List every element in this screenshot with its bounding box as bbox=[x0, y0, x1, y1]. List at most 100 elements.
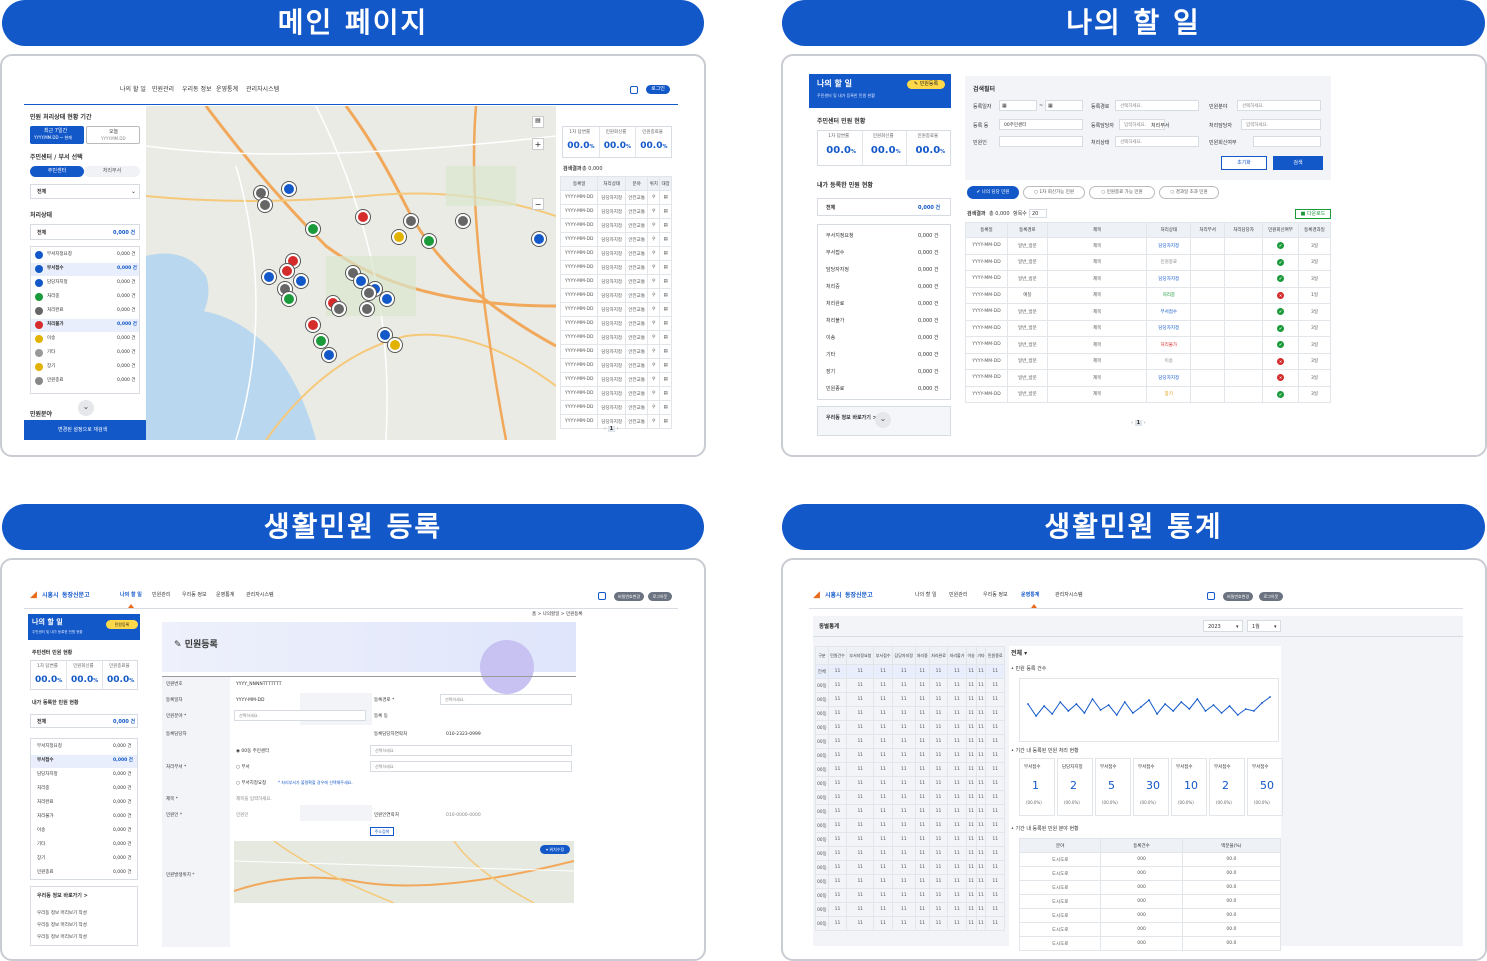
table-row[interactable]: YYYY-MM-DD 예찰 제목 처리중 ✕ 1일 bbox=[965, 286, 1332, 304]
nav-info[interactable]: 우리동 정보 bbox=[182, 86, 212, 93]
status-item[interactable]: 장기 0,000 건 bbox=[31, 361, 139, 374]
status-item[interactable]: 이송 0,000 건 bbox=[31, 333, 139, 346]
route-select[interactable]: 선택하세요. bbox=[440, 694, 572, 705]
map-marker[interactable] bbox=[294, 274, 308, 288]
table-row[interactable]: YYYY-MM-DD 담당자지정 안전교통 ⚲ ▤ bbox=[559, 260, 672, 275]
collapse-button[interactable]: ⌄ bbox=[78, 400, 94, 416]
nav-admin[interactable]: 관리자시스템 bbox=[246, 86, 279, 93]
map-marker[interactable] bbox=[314, 334, 328, 348]
state-select[interactable]: 선택하세요. bbox=[1115, 136, 1199, 147]
status-item[interactable]: 이송 0,000 건 bbox=[31, 825, 137, 838]
tab-center[interactable]: 주민센터 bbox=[30, 166, 84, 177]
reg-goto-box[interactable]: 우리동 정보 바로가기 > 우리동 정보 머리보기 작성 우리동 정보 머리보기… bbox=[30, 886, 138, 946]
map-marker[interactable] bbox=[322, 348, 336, 362]
status-total[interactable]: 전체 0,000 건 bbox=[30, 224, 140, 240]
table-row[interactable]: YYYY-MM-DD 일반_방문 제목 처리불가 ✔ 3일 bbox=[965, 336, 1332, 354]
table-row[interactable]: YYYY-MM-DD 담당자지정 안전교통 ⚲ ▤ bbox=[559, 190, 672, 205]
reply-select[interactable] bbox=[1253, 136, 1321, 147]
dept-select-1[interactable]: 선택하세요. bbox=[370, 745, 572, 756]
table-row[interactable]: 00동 11 11 11 11 11 11 11 11 11 11 bbox=[815, 860, 1005, 875]
map-marker[interactable] bbox=[280, 264, 294, 278]
nav-stats[interactable]: 운영통계 bbox=[216, 592, 234, 598]
nav-todo[interactable]: 나의 할 일 bbox=[120, 592, 142, 598]
table-row[interactable]: YYYY-MM-DD 일반_방문 제목 이송 ✕ 3일 bbox=[965, 352, 1332, 370]
map-area[interactable]: ▤ + − bbox=[146, 106, 556, 440]
table-row[interactable]: 00동 11 11 11 11 11 11 11 11 11 11 bbox=[815, 818, 1005, 833]
table-row[interactable]: 00동 11 11 11 11 11 11 11 11 11 11 bbox=[815, 720, 1005, 735]
status-item[interactable]: 민원종료 0,000 건 bbox=[818, 382, 950, 396]
contact-input[interactable]: 010-0000-0000 bbox=[446, 813, 481, 818]
person-input[interactable] bbox=[999, 136, 1083, 147]
status-item[interactable]: 장기 0,000 건 bbox=[31, 853, 137, 866]
map-marker[interactable] bbox=[332, 302, 346, 316]
table-row[interactable]: 00동 11 11 11 11 11 11 11 11 11 11 bbox=[815, 888, 1005, 903]
status-item[interactable]: 기타 0,000 건 bbox=[818, 348, 950, 362]
nav-manage[interactable]: 민원관리 bbox=[152, 592, 170, 598]
table-row[interactable]: 00동 11 11 11 11 11 11 11 11 11 11 bbox=[815, 902, 1005, 917]
table-row[interactable]: YYYY-MM-DD 담당자지정 안전교통 ⚲ ▤ bbox=[559, 386, 672, 401]
status-item[interactable]: 처리완료 0,000 건 bbox=[818, 297, 950, 311]
table-row[interactable]: YYYY-MM-DD 일반_방문 제목 담당자지정 ✔ 3일 bbox=[965, 270, 1332, 288]
change-pw-button[interactable]: 비밀번호변경 bbox=[614, 592, 644, 601]
route-select[interactable]: 선택하세요. bbox=[1115, 100, 1199, 111]
status-item[interactable]: 처리불가 0,000 건 bbox=[818, 314, 950, 328]
table-row[interactable]: 00동 11 11 11 11 11 11 11 11 11 11 bbox=[815, 692, 1005, 707]
nav-admin[interactable]: 관리자시스템 bbox=[246, 592, 274, 598]
status-item[interactable]: 민원종료 0,000 건 bbox=[31, 867, 137, 880]
year-select[interactable]: 2023 ▾ bbox=[1203, 620, 1243, 632]
nav-todo[interactable]: 나의 할 일 bbox=[915, 592, 937, 598]
table-row[interactable]: 00동 11 11 11 11 11 11 11 11 11 11 bbox=[815, 874, 1005, 889]
table-row[interactable]: 00동 11 11 11 11 11 11 11 11 11 11 bbox=[815, 832, 1005, 847]
nav-info[interactable]: 우리동 정보 bbox=[182, 592, 207, 598]
status-item[interactable]: 부서지정요청 0,000 건 bbox=[31, 249, 139, 262]
table-row[interactable]: 00동 11 11 11 11 11 11 11 11 11 11 bbox=[815, 762, 1005, 777]
status-item[interactable]: 민원종료 0,000 건 bbox=[31, 375, 139, 388]
table-row[interactable]: YYYY-MM-DD 담당자지정 안전교통 ⚲ ▤ bbox=[559, 274, 672, 289]
map-marker[interactable] bbox=[282, 182, 296, 196]
table-row[interactable]: 00동 11 11 11 11 11 11 11 11 11 11 bbox=[815, 804, 1005, 819]
person-input[interactable]: 민원인 bbox=[236, 813, 248, 818]
reset-button[interactable]: 초기화 bbox=[1221, 156, 1267, 170]
table-row[interactable]: YYYY-MM-DD 담당자지정 안전교통 ⚲ ▤ bbox=[559, 400, 672, 415]
location-edit-button[interactable]: ⌖ 위치수정 bbox=[540, 845, 570, 854]
period-today-button[interactable]: 오늘 YYYY.MM.DD bbox=[86, 126, 140, 144]
table-row[interactable]: YYYY-MM-DD 담당자지정 안전교통 ⚲ ▤ bbox=[559, 204, 672, 219]
table-row[interactable]: YYYY-MM-DD 일반_방문 제목 담당자지정 ✔ 3일 bbox=[965, 319, 1332, 337]
table-row[interactable]: YYYY-MM-DD 담당자지정 안전교통 ⚲ ▤ bbox=[559, 330, 672, 345]
status-item[interactable]: 담당자지정 0,000 건 bbox=[818, 263, 950, 277]
filter-chip[interactable]: ✔ 나의 담당 민원 bbox=[967, 186, 1019, 199]
nav-todo[interactable]: 나의 할 일 bbox=[120, 86, 146, 93]
zoom-out-button[interactable]: − bbox=[532, 198, 544, 210]
dept-select-2[interactable]: 선택하세요. bbox=[370, 761, 572, 772]
stats-filter[interactable]: 전체 ▾ bbox=[1011, 650, 1027, 657]
map-marker[interactable] bbox=[306, 318, 320, 332]
period-recent-button[interactable]: 최근 7일간 YYYY.MM.DD ~ 현재 bbox=[30, 126, 84, 144]
map-marker[interactable] bbox=[306, 222, 320, 236]
status-item[interactable]: 처리불가 0,000 건 bbox=[31, 319, 139, 332]
radio-dept[interactable]: ○ 부서 bbox=[236, 765, 250, 770]
table-row[interactable]: 00동 11 11 11 11 11 11 11 11 11 11 bbox=[815, 748, 1005, 763]
regdong-field[interactable]: 00주민센터 bbox=[999, 119, 1083, 130]
table-row[interactable]: YYYY-MM-DD 일반_방문 제목 담당자지정 ✔ 3일 bbox=[965, 237, 1332, 255]
table-row[interactable]: YYYY-MM-DD 담당자지정 안전교통 ⚲ ▤ bbox=[559, 372, 672, 387]
table-row[interactable]: 00동 11 11 11 11 11 11 11 11 11 11 bbox=[815, 734, 1005, 749]
regdate-from[interactable]: ▦ bbox=[999, 100, 1037, 111]
status-item[interactable]: 처리중 0,000 건 bbox=[31, 783, 137, 796]
table-row[interactable]: YYYY-MM-DD 담당자지정 안전교통 ⚲ ▤ bbox=[559, 246, 672, 261]
table-row[interactable]: YYYY-MM-DD 일반_방문 제목 부서접수 ✔ 3일 bbox=[965, 303, 1332, 321]
status-item[interactable]: 장기 0,000 건 bbox=[818, 365, 950, 379]
todo-pager[interactable]: ‹ 1 › bbox=[1131, 420, 1146, 426]
map-marker[interactable] bbox=[532, 232, 546, 246]
login-button[interactable]: 로그인 bbox=[646, 85, 670, 94]
status-item[interactable]: 처리완료 0,000 건 bbox=[31, 797, 137, 810]
filter-chip[interactable]: ○ 1차 회신가능 민원 bbox=[1023, 186, 1085, 199]
status-item[interactable]: 처리중 0,000 건 bbox=[31, 291, 139, 304]
status-item[interactable]: 부서접수 0,000 건 bbox=[818, 246, 950, 260]
register-button[interactable]: 민원등록 bbox=[106, 620, 138, 629]
nav-info[interactable]: 우리동 정보 bbox=[983, 592, 1008, 598]
regdate-to[interactable]: ▦ bbox=[1045, 100, 1083, 111]
table-row[interactable]: YYYY-MM-DD 담당자지정 안전교통 ⚲ ▤ bbox=[559, 232, 672, 247]
table-row[interactable]: YYYY-MM-DD 담당자지정 안전교통 ⚲ ▤ bbox=[559, 218, 672, 233]
status-item[interactable]: 이송 0,000 건 bbox=[818, 331, 950, 345]
table-row[interactable]: 00동 11 11 11 11 11 11 11 11 11 11 bbox=[815, 776, 1005, 791]
